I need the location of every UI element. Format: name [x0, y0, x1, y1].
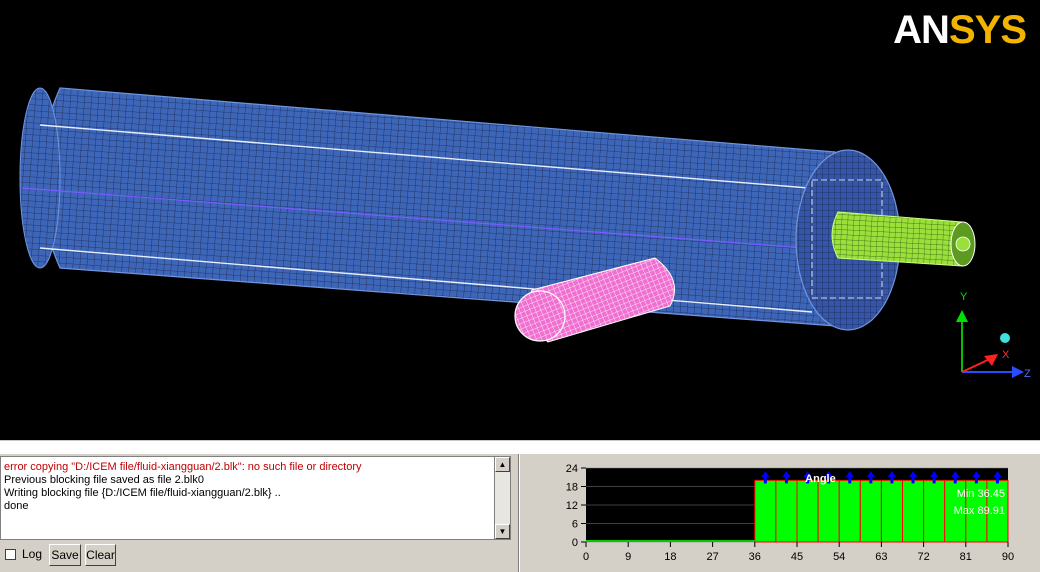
- x-tick-label: 54: [833, 551, 845, 563]
- histogram-bar: [796, 479, 819, 543]
- message-controls: Log Save Clear: [0, 542, 518, 570]
- histogram-bar: [754, 479, 777, 543]
- message-panel: error copying "D:/ICEM file/fluid-xiangg…: [0, 454, 518, 572]
- scroll-up-button[interactable]: ▲: [495, 457, 510, 472]
- log-label: Log: [22, 547, 43, 561]
- quality-histogram[interactable]: 0 6 12 18 24 0 9 18 27 36 45 54 63 72 81 90 Angle Min 36.…: [520, 454, 1040, 572]
- y-tick-label: 18: [566, 482, 578, 494]
- x-tick-label: 81: [960, 551, 972, 563]
- histogram-bar: [859, 479, 882, 543]
- clear-button[interactable]: Clear: [85, 544, 116, 566]
- axis-label-x: X: [1002, 349, 1010, 361]
- message-line: Previous blocking file saved as file 2.b…: [4, 474, 204, 486]
- panel-divider[interactable]: [0, 440, 1040, 455]
- message-log[interactable]: error copying "D:/ICEM file/fluid-xiangg…: [0, 456, 494, 540]
- y-tick-label: 24: [566, 463, 578, 475]
- histogram-bar: [817, 479, 840, 543]
- histogram-max-label: Max 89.91: [954, 505, 1005, 517]
- axis-label-y: Y: [960, 291, 968, 303]
- outlet-pipe-core: [955, 236, 971, 252]
- outlet-pipe: [831, 211, 971, 267]
- message-line: Writing blocking file {D:/ICEM file/flui…: [4, 487, 281, 499]
- ansys-logo: ANSYS: [893, 8, 1027, 52]
- scroll-down-button[interactable]: ▼: [495, 524, 510, 539]
- main-cylinder: [39, 87, 854, 327]
- histogram-bar: [880, 479, 903, 543]
- arrow-up-icon: ▲: [498, 460, 507, 469]
- main-cylinder-left-cap: [19, 87, 61, 269]
- x-tick-label: 18: [664, 551, 676, 563]
- histogram-min-label: Min 36.45: [957, 488, 1005, 500]
- histogram-title: Angle: [805, 473, 836, 485]
- message-scrollbar[interactable]: ▲ ▼: [494, 456, 511, 540]
- x-tick-label: 90: [1002, 551, 1014, 563]
- x-tick-label: 27: [706, 551, 718, 563]
- histogram-bar: [902, 479, 925, 543]
- x-tick-label: 63: [875, 551, 887, 563]
- log-checkbox[interactable]: [5, 549, 16, 560]
- x-tick-label: 72: [917, 551, 929, 563]
- message-line: done: [4, 500, 29, 512]
- histogram-bar: [923, 479, 946, 543]
- message-line: error copying "D:/ICEM file/fluid-xiangg…: [4, 461, 362, 473]
- histogram-bar: [838, 479, 861, 543]
- axis-triad: Y X Z: [956, 291, 1031, 380]
- quality-histogram-panel: 0 6 12 18 24 0 9 18 27 36 45 54 63 72 81 90 Angle Min 36.…: [520, 454, 1040, 572]
- graphics-viewport[interactable]: Y X Z ANSYS: [0, 0, 1040, 440]
- arrow-down-icon: ▼: [498, 527, 507, 536]
- axis-label-z: Z: [1024, 368, 1031, 380]
- x-tick-label: 0: [583, 551, 589, 563]
- y-tick-label: 6: [572, 519, 578, 531]
- inlet-pipe-cap: [514, 290, 566, 342]
- y-tick-label: 12: [566, 500, 578, 512]
- x-tick-label: 36: [749, 551, 761, 563]
- save-button[interactable]: Save: [49, 544, 81, 566]
- x-tick-label: 9: [625, 551, 631, 563]
- logo-part-an: AN: [893, 8, 950, 52]
- x-tick-label: 45: [791, 551, 803, 563]
- mesh-model: Y X Z: [19, 87, 1031, 380]
- y-tick-label: 0: [572, 537, 578, 549]
- histogram-bar: [775, 479, 798, 543]
- logo-part-sys: SYS: [948, 8, 1027, 52]
